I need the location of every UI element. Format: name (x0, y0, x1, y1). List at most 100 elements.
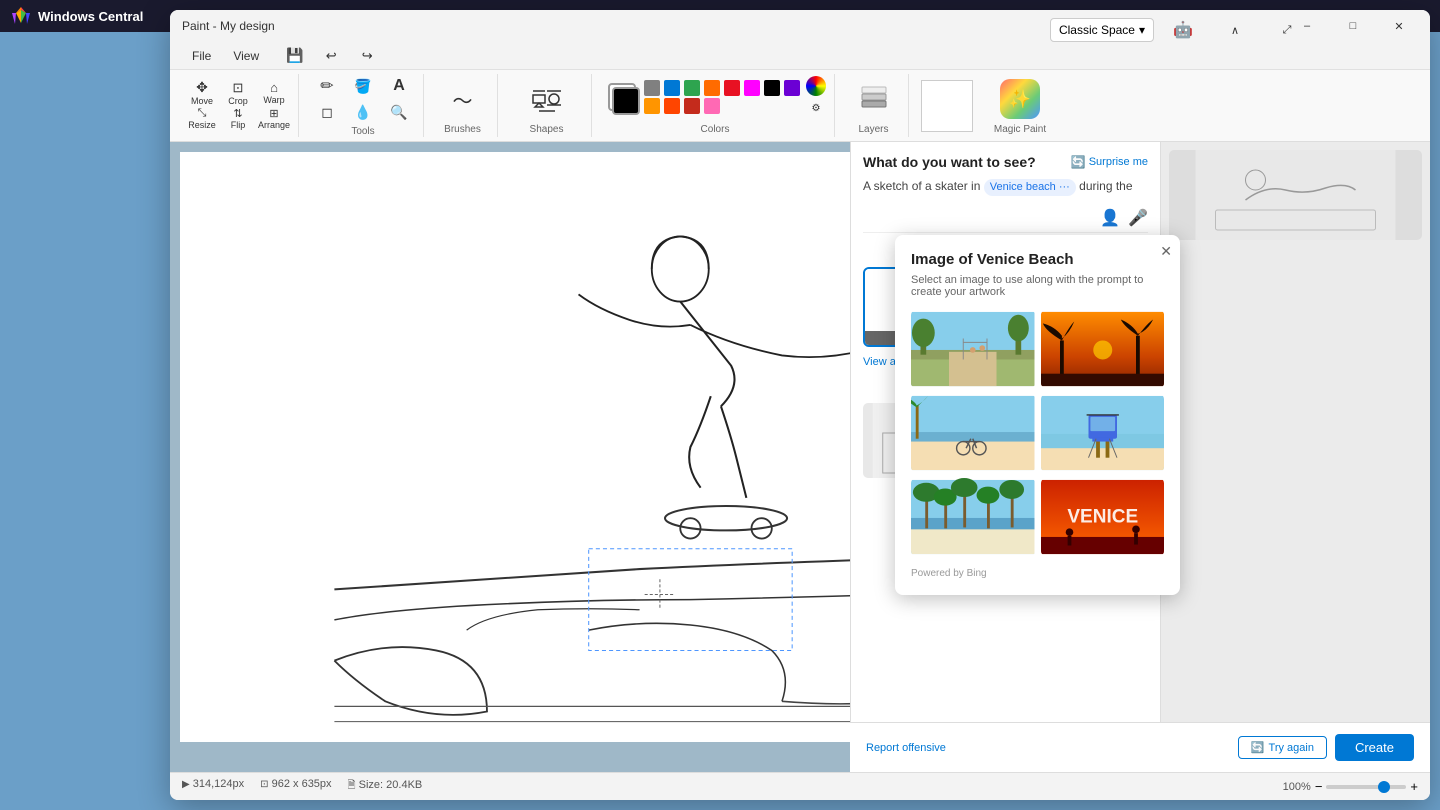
ribbon-group-layers: Layers (839, 74, 909, 137)
color-swatch-yellow[interactable] (644, 98, 660, 114)
eyedropper-button[interactable]: 💧 (347, 100, 379, 124)
ribbon: ✥ Move ⊡ Crop ⌂ Warp ⤡ Resize ⇅ (170, 70, 1430, 142)
right-panel (1160, 142, 1430, 722)
zoom-thumb[interactable] (1378, 781, 1390, 793)
pen-tool-button[interactable]: ✏ (311, 74, 343, 98)
undo-button[interactable]: ↩ (315, 44, 347, 68)
share-button[interactable]: ⤢ (1264, 14, 1310, 46)
venice-img-2[interactable] (1041, 310, 1165, 388)
status-right: 100% − + (1283, 779, 1418, 794)
layers-button[interactable] (854, 76, 894, 122)
popup-close-button[interactable]: ✕ (1160, 243, 1172, 260)
crop-button[interactable]: ⊡ Crop (222, 81, 254, 105)
ribbon-group-shapes: Shapes (502, 74, 592, 137)
popup-description: Select an image to use along with the pr… (911, 274, 1164, 298)
refresh-small-icon: 🔄 (1251, 741, 1265, 754)
menu-bar: File View 💾 ↩ ↪ (170, 42, 1430, 70)
ribbon-group-tools: ✏ 🪣 A ◻ 💧 🔍 Tools (303, 74, 424, 137)
move-button[interactable]: ✥ Move (186, 81, 218, 105)
color-swatch-black[interactable] (764, 80, 780, 96)
color-swatch-blue[interactable] (664, 80, 680, 96)
color-swatch-orange[interactable] (704, 80, 720, 96)
color-swatch-gray[interactable] (644, 80, 660, 96)
ribbon-group-brushes: 〜 Brushes (428, 74, 498, 137)
ribbon-group-magic-paint: ✨ Magic Paint (985, 74, 1055, 137)
canvas-area: What do you want to see? 🔄 Surprise me A… (170, 142, 1430, 772)
redo-button[interactable]: ↪ (351, 44, 383, 68)
venice-img-5[interactable] (911, 478, 1035, 556)
arrange-button[interactable]: ⊞ Arrange (258, 107, 290, 131)
surprise-me-button[interactable]: 🔄 Surprise me (1071, 155, 1148, 169)
color-picker-button[interactable] (806, 76, 826, 96)
classic-space-dropdown[interactable]: Classic Space ▾ (1050, 18, 1154, 42)
paint-bucket-button[interactable]: 🪣 (347, 74, 379, 98)
shapes-icon (531, 83, 563, 115)
canvas-preview (921, 80, 973, 132)
create-button[interactable]: Create (1335, 734, 1414, 761)
layer-thumbnail[interactable] (1169, 150, 1422, 240)
magic-paint-label: Magic Paint (994, 124, 1046, 135)
prompt-area: A sketch of a skater in Venice beach ···… (863, 178, 1148, 196)
classic-space-label: Classic Space (1059, 23, 1135, 37)
tools-label: Tools (351, 126, 374, 137)
eraser-button[interactable]: ◻ (311, 100, 343, 124)
action-bar: Report offensive 🔄 Try again Create (850, 722, 1430, 772)
venice-tag[interactable]: Venice beach ··· (984, 179, 1076, 196)
ribbon-group-transform: ✥ Move ⊡ Crop ⌂ Warp ⤡ Resize ⇅ (178, 74, 299, 137)
layers-icon (858, 83, 890, 115)
color-swatch-green[interactable] (684, 80, 700, 96)
venice-img-4[interactable] (1041, 394, 1165, 472)
venice-img-1[interactable] (911, 310, 1035, 388)
colors-label: Colors (701, 124, 730, 135)
close-button[interactable]: ✕ (1376, 10, 1422, 42)
color-swatch-pink[interactable] (704, 98, 720, 114)
text-tool-button[interactable]: A (383, 74, 415, 98)
expand-button[interactable]: ∧ (1212, 14, 1258, 46)
venice-img-3[interactable] (911, 394, 1035, 472)
zoom-out-button[interactable]: − (1315, 779, 1323, 794)
person-icon-button[interactable]: 👤 (1100, 208, 1120, 228)
color-swatch-darkorange[interactable] (664, 98, 680, 114)
copilot-button[interactable]: 🤖 (1160, 14, 1206, 46)
more-colors-button[interactable]: ⚙ (806, 98, 826, 118)
magic-paint-button[interactable]: ✨ (1000, 76, 1040, 122)
resize-button[interactable]: ⤡ Resize (186, 107, 218, 131)
dimensions-indicator: ⊡ 962 x 635px (260, 778, 331, 795)
tag-dots-icon: ··· (1059, 180, 1070, 195)
app-name: Windows Central (38, 9, 143, 24)
position-indicator: ▶ 314,124px (182, 778, 244, 795)
report-offensive-button[interactable]: Report offensive (866, 742, 946, 754)
warp-button[interactable]: ⌂ Warp (258, 81, 290, 105)
venice-img-6[interactable]: VENICE (1041, 478, 1165, 556)
save-button[interactable]: 💾 (279, 44, 311, 68)
color-swatch-darkred[interactable] (684, 98, 700, 114)
menu-view[interactable]: View (223, 47, 269, 65)
size-indicator: 🗎 Size: 20.4KB (348, 778, 423, 795)
ai-panel-header: What do you want to see? 🔄 Surprise me (863, 154, 1148, 170)
window-titlebar: Paint - My design Classic Space ▾ 🤖 ∧ ⤢ … (170, 10, 1430, 42)
zoom-in-button[interactable]: + (1410, 779, 1418, 794)
paint-window: Paint - My design Classic Space ▾ 🤖 ∧ ⤢ … (170, 10, 1430, 800)
secondary-color-swatch[interactable] (612, 87, 640, 115)
zoom-tool-button[interactable]: 🔍 (383, 100, 415, 124)
svg-text:VENICE: VENICE (1067, 507, 1138, 528)
color-swatch-purple[interactable] (784, 80, 800, 96)
zoom-slider[interactable] (1326, 785, 1406, 789)
color-swatch-red[interactable] (724, 80, 740, 96)
venice-beach-popup: ✕ Image of Venice Beach Select an image … (895, 235, 1180, 595)
brushes-button[interactable]: 〜 (443, 76, 483, 122)
menu-file[interactable]: File (182, 47, 221, 65)
ribbon-group-colors: ⚙ Colors (596, 74, 835, 137)
popup-title: Image of Venice Beach (911, 251, 1164, 268)
shapes-button[interactable] (527, 76, 567, 122)
refresh-icon: 🔄 (1071, 155, 1086, 169)
try-again-button[interactable]: 🔄 Try again (1238, 736, 1327, 759)
ai-panel-title: What do you want to see? (863, 154, 1036, 170)
microphone-button[interactable]: 🎤 (1128, 208, 1148, 228)
zoom-level: 100% (1283, 781, 1311, 793)
flip-button[interactable]: ⇅ Flip (222, 107, 254, 131)
window-title: Paint - My design (182, 19, 275, 33)
powered-by-text: Powered by Bing (911, 568, 1164, 579)
maximize-button[interactable]: □ (1330, 10, 1376, 42)
color-swatch-magenta[interactable] (744, 80, 760, 96)
